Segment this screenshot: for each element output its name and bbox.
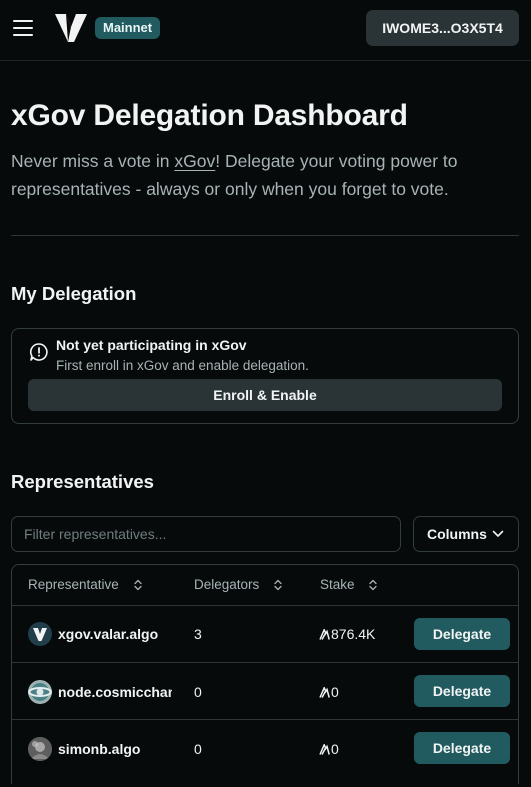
- filter-representatives-input[interactable]: [11, 516, 401, 552]
- valar-logo-icon: [28, 622, 52, 646]
- notice-title: Not yet participating in xGov: [56, 337, 247, 353]
- columns-label: Columns: [427, 526, 487, 542]
- table-row: node.cosmicchamp 0 0 Delegate: [12, 662, 518, 719]
- cosmic-avatar-icon: [28, 680, 52, 704]
- divider: [11, 235, 519, 236]
- my-delegation-heading: My Delegation: [11, 283, 137, 304]
- stake-value: 876.4K: [319, 626, 375, 642]
- valar-logo-icon[interactable]: [54, 13, 88, 43]
- stake-value: 0: [319, 684, 339, 700]
- stake-amount: 0: [331, 741, 339, 757]
- column-header-label: Stake: [320, 577, 355, 592]
- column-header-representative[interactable]: Representative: [28, 565, 143, 605]
- photo-avatar-icon: [28, 737, 52, 761]
- notice-description: First enroll in xGov and enable delegati…: [56, 358, 309, 373]
- sort-icon: [274, 580, 282, 591]
- page-subtitle: Never miss a vote in xGov! Delegate your…: [11, 147, 521, 203]
- delegate-button[interactable]: Delegate: [414, 675, 510, 707]
- enroll-enable-button[interactable]: Enroll & Enable: [28, 379, 502, 411]
- stake-amount: 0: [331, 684, 339, 700]
- delegators-count: 0: [194, 684, 202, 700]
- page-title: xGov Delegation Dashboard: [11, 99, 408, 132]
- message-alert-icon: [29, 343, 48, 361]
- sort-icon: [133, 580, 142, 591]
- delegators-count: 0: [194, 741, 202, 757]
- algo-icon: [319, 744, 330, 755]
- delegate-button[interactable]: Delegate: [414, 618, 510, 650]
- delegation-notice-card: Not yet participating in xGov First enro…: [11, 328, 519, 424]
- column-header-stake[interactable]: Stake: [320, 565, 378, 605]
- algo-icon: [319, 687, 330, 698]
- table-row: xgov.valar.algo 3 876.4K Delegate: [12, 605, 518, 662]
- subtitle-text: Never miss a vote in: [11, 151, 175, 171]
- stake-amount: 876.4K: [331, 626, 376, 642]
- representative-link[interactable]: node.cosmicchamp: [58, 684, 172, 700]
- xgov-link[interactable]: xGov: [174, 151, 215, 171]
- top-bar: Mainnet IWOME3...O3X5T4: [0, 0, 531, 61]
- delegators-count: 3: [194, 626, 202, 642]
- representatives-table: Representative Delegators Stake xgov.val…: [11, 564, 519, 784]
- column-header-label: Representative: [28, 577, 119, 592]
- algo-icon: [319, 629, 330, 640]
- representative-link[interactable]: xgov.valar.algo: [58, 626, 158, 642]
- menu-icon[interactable]: [13, 20, 33, 36]
- wallet-button[interactable]: IWOME3...O3X5T4: [366, 10, 519, 46]
- columns-dropdown-button[interactable]: Columns: [413, 516, 519, 552]
- network-badge: Mainnet: [95, 17, 161, 39]
- column-header-label: Delegators: [194, 577, 260, 592]
- column-header-delegators[interactable]: Delegators: [194, 565, 283, 605]
- stake-value: 0: [319, 741, 339, 757]
- representative-link[interactable]: simonb.algo: [58, 741, 140, 757]
- sort-icon: [369, 580, 377, 591]
- table-row: simonb.algo 0 0 Delegate: [12, 719, 518, 776]
- representatives-heading: Representatives: [11, 471, 154, 492]
- chevron-down-icon: [492, 530, 504, 537]
- delegate-button[interactable]: Delegate: [414, 732, 510, 764]
